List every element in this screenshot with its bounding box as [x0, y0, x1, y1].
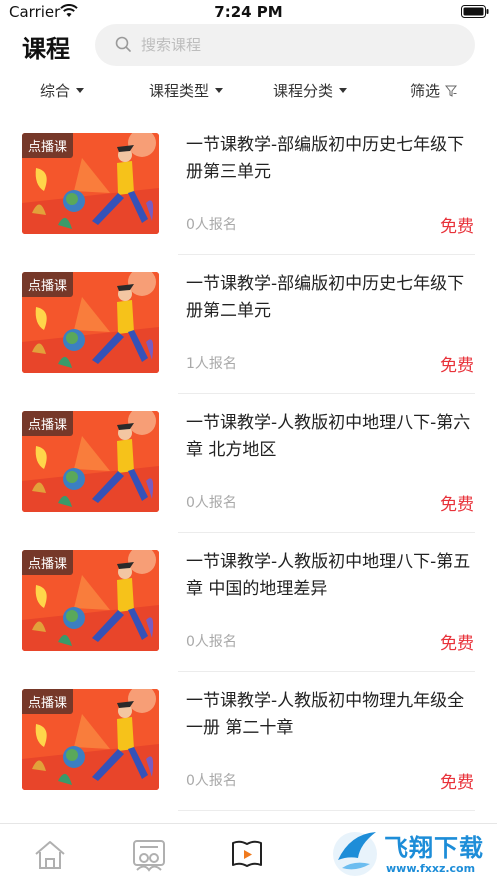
watermark-logo: 飞翔下载 www.fxxz.com	[330, 824, 497, 883]
caret-down-icon	[339, 88, 348, 93]
tab-bar: 飞翔下载 www.fxxz.com	[0, 823, 497, 883]
filter-label: 综合	[40, 82, 71, 100]
course-thumbnail[interactable]: 点播课	[22, 411, 159, 512]
course-title[interactable]: 一节课教学-人教版初中地理八下-第六章 北方地区	[186, 410, 476, 464]
enrollment-count: 1人报名	[186, 356, 237, 372]
course-title[interactable]: 一节课教学-人教版初中地理八下-第五章 中国的地理差异	[186, 549, 476, 603]
status-bar: Carrier 7:24 PM	[0, 0, 497, 24]
filter-label: 课程类型	[149, 82, 210, 100]
course-play-icon[interactable]	[229, 838, 265, 872]
course-item[interactable]: 点播课 一节课教学-人教版初中地理八下-第五章 中国的地理差异 0人报名 免费	[0, 533, 497, 672]
course-type-badge: 点播课	[22, 133, 74, 158]
filter-screen[interactable]: 筛选	[410, 80, 458, 101]
battery-icon	[461, 5, 489, 18]
course-type-badge: 点播课	[22, 550, 74, 575]
course-price: 免费	[440, 356, 474, 376]
course-title[interactable]: 一节课教学-部编版初中历史七年级下册第三单元	[186, 132, 476, 186]
caret-down-icon	[76, 88, 85, 93]
clock-label: 7:24 PM	[214, 3, 283, 21]
caret-down-icon	[215, 88, 224, 93]
course-price: 免费	[440, 495, 474, 515]
course-item[interactable]: 点播课 一节课教学-部编版初中历史七年级下册第二单元 1人报名 免费	[0, 255, 497, 394]
filter-comprehensive[interactable]: 综合	[40, 80, 85, 101]
course-type-badge: 点播课	[22, 689, 74, 714]
watermark-text: 飞翔下载	[384, 834, 484, 862]
search-bar[interactable]	[95, 24, 475, 66]
search-input[interactable]	[141, 24, 441, 66]
course-item[interactable]: 点播课 一节课教学-人教版初中地理八下-第六章 北方地区 0人报名 免费	[0, 394, 497, 533]
watermark-bird-icon	[333, 832, 377, 876]
course-thumbnail[interactable]: 点播课	[22, 689, 159, 790]
page-title: 课程	[22, 35, 70, 63]
course-item[interactable]: 点播课 一节课教学-部编版初中历史七年级下册第三单元 0人报名 免费	[0, 116, 497, 255]
course-price: 免费	[440, 217, 474, 237]
course-type-badge: 点播课	[22, 411, 74, 436]
divider	[178, 810, 475, 811]
course-item[interactable]: 点播课 一节课教学-人教版初中物理九年级全一册 第二十章 0人报名 免费	[0, 672, 497, 811]
filter-course-type[interactable]: 课程类型	[149, 80, 224, 101]
community-icon[interactable]	[131, 838, 167, 872]
course-title[interactable]: 一节课教学-人教版初中物理九年级全一册 第二十章	[186, 688, 476, 742]
filter-course-category[interactable]: 课程分类	[273, 80, 348, 101]
course-thumbnail[interactable]: 点播课	[22, 550, 159, 651]
course-thumbnail[interactable]: 点播课	[22, 272, 159, 373]
course-thumbnail[interactable]: 点播课	[22, 133, 159, 234]
course-price: 免费	[440, 773, 474, 793]
course-price: 免费	[440, 634, 474, 654]
home-icon[interactable]	[32, 838, 68, 872]
funnel-icon	[445, 85, 458, 97]
search-icon	[115, 36, 131, 52]
enrollment-count: 0人报名	[186, 634, 237, 650]
filter-label: 筛选	[410, 82, 441, 100]
filter-bar: 综合 课程类型 课程分类 筛选	[0, 76, 497, 106]
filter-label: 课程分类	[273, 82, 334, 100]
enrollment-count: 0人报名	[186, 495, 237, 511]
watermark-url: www.fxxz.com	[386, 862, 476, 875]
course-title[interactable]: 一节课教学-部编版初中历史七年级下册第二单元	[186, 271, 476, 325]
course-type-badge: 点播课	[22, 272, 74, 297]
enrollment-count: 0人报名	[186, 217, 237, 233]
enrollment-count: 0人报名	[186, 773, 237, 789]
header: 课程	[0, 24, 497, 68]
